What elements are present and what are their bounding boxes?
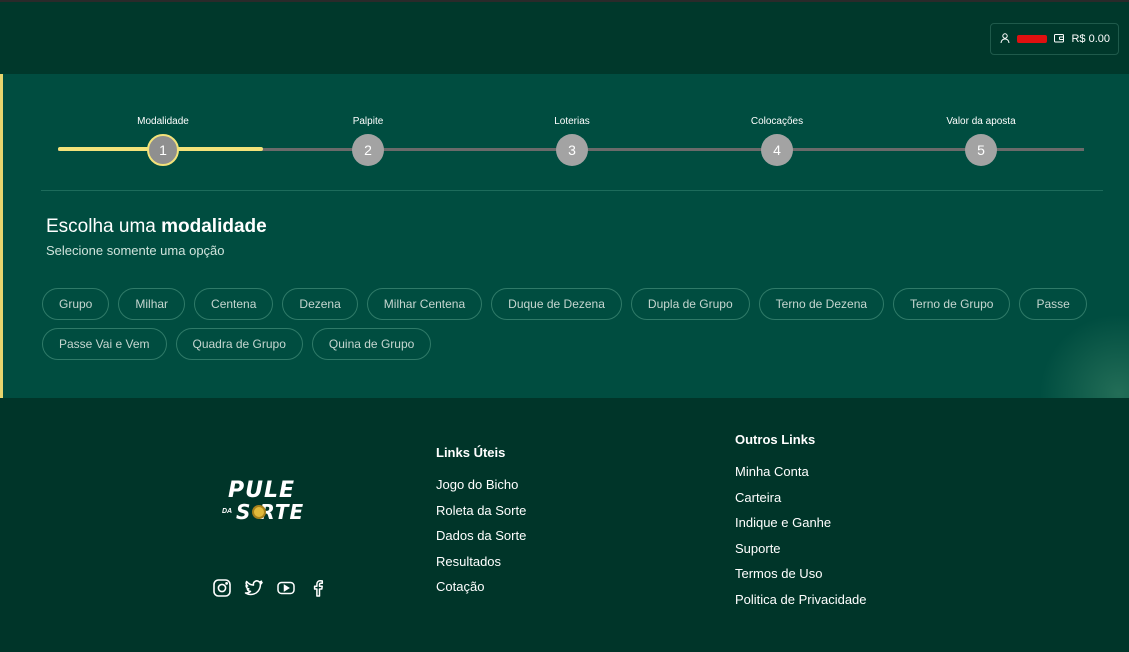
instagram-icon[interactable]	[212, 578, 232, 598]
step-number: 1	[147, 134, 179, 166]
section-title: Escolha uma modalidade	[46, 216, 267, 237]
twitter-icon[interactable]	[244, 578, 264, 598]
wallet-icon	[1053, 32, 1065, 47]
footer-link[interactable]: Suporte	[735, 536, 867, 562]
footer-link[interactable]: Termos de Uso	[735, 561, 867, 587]
youtube-icon[interactable]	[276, 578, 296, 598]
option-chip[interactable]: Quina de Grupo	[311, 328, 432, 360]
footer-link[interactable]: Cotação	[436, 574, 526, 600]
bet-step-panel: Modalidade 1 Palpite 2 Loterias 3 Colocações 4 V…	[0, 74, 1129, 398]
footer: PULE DA S RTE Links Úteis Jogo do Bicho R…	[0, 398, 1129, 652]
outros-links-list: Minha Conta Carteira Indique e Ganhe Suport…	[735, 459, 867, 612]
coin-icon	[252, 505, 266, 519]
modalidade-options: Grupo Milhar Centena Dezena Milhar Centena Du…	[42, 288, 1102, 360]
footer-link[interactable]: Carteira	[735, 485, 867, 511]
links-uteis-list: Jogo do Bicho Roleta da Sorte Dados da Sor…	[436, 472, 526, 600]
step-2[interactable]: Palpite 2	[308, 114, 428, 166]
step-label: Loterias	[554, 116, 590, 127]
step-4[interactable]: Colocações 4	[717, 114, 837, 166]
section-divider	[41, 190, 1103, 191]
footer-link[interactable]: Jogo do Bicho	[436, 472, 526, 498]
footer-link[interactable]: Politica de Privacidade	[735, 587, 867, 613]
option-chip[interactable]: Dezena	[282, 288, 358, 320]
redacted-username	[1017, 35, 1048, 43]
footer-link[interactable]: Indique e Ganhe	[735, 510, 867, 536]
option-chip[interactable]: Passe	[1019, 288, 1087, 320]
option-chip[interactable]: Milhar	[118, 288, 186, 320]
social-links	[212, 578, 328, 598]
option-chip[interactable]: Milhar Centena	[366, 288, 483, 320]
step-label: Valor da aposta	[946, 116, 1016, 127]
balance-amount: R$ 0.00	[1071, 33, 1110, 45]
outros-links-title: Outros Links	[735, 432, 816, 447]
facebook-icon[interactable]	[308, 578, 328, 598]
option-chip[interactable]: Quadra de Grupo	[175, 328, 303, 360]
option-chip[interactable]: Terno de Dezena	[758, 288, 885, 320]
top-bar: R$ 0.00	[0, 0, 1129, 74]
step-5[interactable]: Valor da aposta 5	[921, 114, 1041, 166]
footer-link[interactable]: Roleta da Sorte	[436, 498, 526, 524]
step-number: 3	[556, 134, 588, 166]
step-label: Palpite	[352, 116, 384, 127]
option-chip[interactable]: Terno de Grupo	[893, 288, 1011, 320]
step-1[interactable]: Modalidade 1	[103, 114, 223, 166]
step-label: Colocações	[750, 116, 804, 127]
stepper: Modalidade 1 Palpite 2 Loterias 3 Colocações 4 V…	[58, 114, 1084, 174]
option-chip[interactable]: Grupo	[42, 288, 110, 320]
links-uteis-title: Links Úteis	[436, 445, 506, 460]
option-chip[interactable]: Dupla de Grupo	[630, 288, 750, 320]
footer-link[interactable]: Minha Conta	[735, 459, 867, 485]
pule-da-sorte-logo[interactable]: PULE DA S RTE	[222, 478, 326, 524]
option-chip[interactable]: Centena	[194, 288, 274, 320]
step-3[interactable]: Loterias 3	[512, 114, 632, 166]
user-icon	[999, 32, 1011, 47]
section-subtitle: Selecione somente uma opção	[46, 243, 225, 258]
option-chip[interactable]: Passe Vai e Vem	[42, 328, 167, 360]
step-number: 2	[352, 134, 384, 166]
step-number: 5	[965, 134, 997, 166]
footer-link[interactable]: Dados da Sorte	[436, 523, 526, 549]
account-balance-button[interactable]: R$ 0.00	[990, 23, 1119, 55]
step-number: 4	[761, 134, 793, 166]
option-chip[interactable]: Duque de Dezena	[491, 288, 622, 320]
footer-link[interactable]: Resultados	[436, 549, 526, 575]
step-label: Modalidade	[137, 116, 189, 127]
